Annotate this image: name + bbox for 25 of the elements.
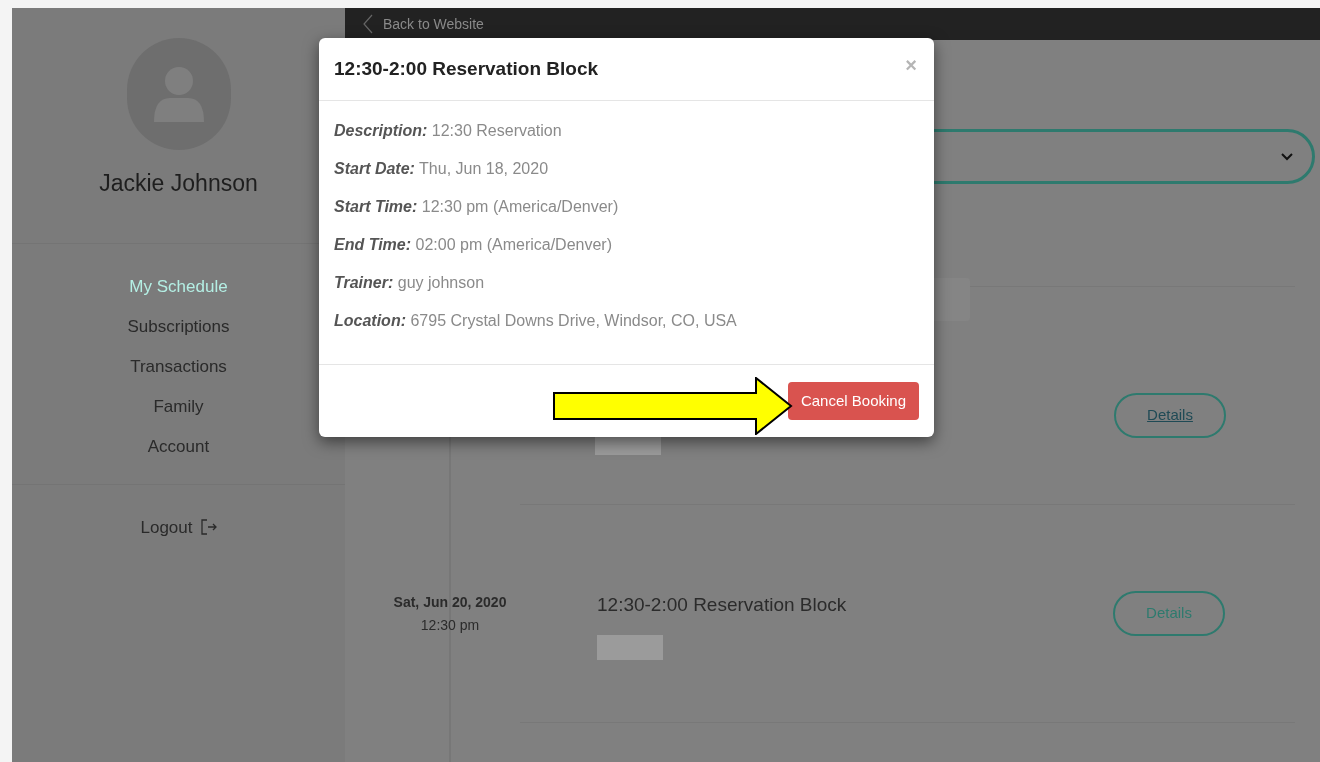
- detail-line: Start Time: 12:30 pm (America/Denver): [334, 197, 620, 217]
- logout-link[interactable]: Logout: [140, 514, 217, 540]
- profile-name: Jackie Johnson: [99, 169, 258, 198]
- detail-line: Location: 6795 Crystal Downs Drive, Windsor, CO, USA: [334, 311, 738, 331]
- close-button[interactable]: ×: [903, 50, 919, 80]
- detail-line: Start Date: Thu, Jun 18, 2020: [334, 159, 550, 179]
- modal-title: 12:30-2:00 Reservation Block: [334, 56, 598, 81]
- nav-link[interactable]: Subscriptions: [127, 313, 230, 340]
- detail-line: Trainer: guy johnson: [334, 273, 486, 293]
- chevron-down-icon: [1280, 151, 1294, 162]
- nav-link[interactable]: Account: [147, 433, 210, 460]
- logout-icon: [200, 519, 217, 536]
- detail-line: End Time: 02:00 pm (America/Denver): [334, 235, 613, 255]
- nav-link[interactable]: Transactions: [130, 353, 227, 380]
- back-link[interactable]: Back to Website: [383, 13, 484, 35]
- details-button[interactable]: Details: [1114, 393, 1226, 438]
- cancel-booking-button[interactable]: Cancel Booking: [787, 382, 919, 420]
- back-chevron-icon: [363, 14, 373, 34]
- event-time: 12:30 pm: [420, 615, 480, 635]
- event-tag: [597, 635, 663, 661]
- nav-link[interactable]: Family: [153, 393, 204, 420]
- event-title: 12:30-2:00 Reservation Block: [597, 592, 848, 617]
- detail-line: Description: 12:30 Reservation: [334, 121, 563, 141]
- event-date: Sat, Jun 20, 2020: [393, 592, 507, 612]
- nav-link[interactable]: My Schedule: [129, 273, 228, 300]
